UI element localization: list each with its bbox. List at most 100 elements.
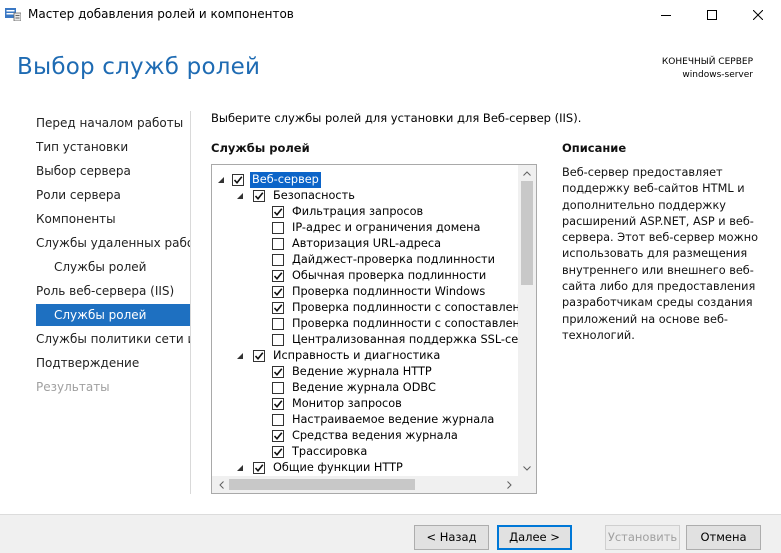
chevron-down-icon	[523, 465, 531, 471]
checkbox[interactable]	[272, 318, 284, 330]
checkbox[interactable]	[272, 206, 284, 218]
checkmark-icon	[273, 368, 283, 377]
tree-item[interactable]: Средства ведения журнала	[212, 428, 518, 444]
description-line: сайта либо для предоставления	[562, 280, 756, 294]
nav-item[interactable]: Роли сервера	[36, 184, 190, 206]
tree-item-label: Трассировка	[292, 445, 368, 458]
tree-item-label: Фильтрация запросов	[292, 205, 424, 218]
checkmark-icon	[273, 400, 283, 409]
expand-triangle-icon[interactable]	[237, 353, 243, 359]
tree-item-label: Обычная проверка подлинности	[292, 269, 487, 282]
nav-item[interactable]: Подтверждение	[36, 352, 190, 374]
scroll-up-arrow[interactable]	[518, 165, 536, 181]
next-button[interactable]: Далее >	[497, 525, 572, 550]
expand-triangle-icon[interactable]	[237, 465, 243, 471]
scroll-right-arrow[interactable]	[500, 476, 518, 493]
checkmark-icon	[273, 272, 283, 281]
checkbox[interactable]	[272, 414, 284, 426]
tree-item[interactable]: Дайджест-проверка подлинности	[212, 252, 518, 268]
tree-item[interactable]: Общие функции HTTP	[212, 460, 518, 476]
tree-item-label: Безопасность	[273, 189, 355, 202]
tree-item[interactable]: Фильтрация запросов	[212, 204, 518, 220]
tree-item[interactable]: Ведение журнала ODBC	[212, 380, 518, 396]
cancel-button[interactable]: Отмена	[686, 525, 761, 550]
checkbox[interactable]	[272, 286, 284, 298]
tree-item-label: Средства ведения журнала	[292, 429, 458, 442]
nav-item[interactable]: Службы удаленных рабо...	[36, 232, 190, 254]
checkbox[interactable]	[253, 462, 265, 474]
vertical-scroll-thumb[interactable]	[521, 181, 533, 285]
tree-item[interactable]: Веб-сервер	[212, 172, 518, 188]
checkbox[interactable]	[272, 222, 284, 234]
tree-item[interactable]: Ведение журнала HTTP	[212, 364, 518, 380]
role-services-tree[interactable]: Общие функции HTTP Трассировка Средства ве…	[211, 164, 537, 494]
checkbox[interactable]	[272, 238, 284, 250]
horizontal-scrollbar[interactable]	[212, 476, 518, 493]
checkbox[interactable]	[272, 398, 284, 410]
tree-item[interactable]: Исправность и диагностика	[212, 348, 518, 364]
checkbox[interactable]	[272, 446, 284, 458]
maximize-button[interactable]	[689, 0, 735, 30]
description-line: расширений ASP.NET, ASP и веб-	[562, 214, 754, 228]
title-bar: Мастер добавления ролей и компонентов	[0, 0, 781, 30]
minimize-button[interactable]	[643, 0, 689, 30]
page-title: Выбор служб ролей	[17, 54, 261, 80]
description-line: дополнительно поддержку	[562, 198, 726, 212]
tree-item-label: Проверка подлинности с сопоставлением	[292, 317, 537, 330]
nav-item[interactable]: Роль веб-сервера (IIS)	[36, 280, 190, 302]
description-line: использовать для размещения	[562, 247, 748, 261]
tree-item[interactable]: Проверка подлинности с сопоставлением	[212, 300, 536, 316]
scroll-down-arrow[interactable]	[518, 460, 536, 476]
checkbox[interactable]	[272, 334, 284, 346]
destination-server: КОНЕЧНЫЙ СЕРВЕР windows-server	[662, 56, 753, 82]
tree-item[interactable]: Безопасность	[212, 188, 518, 204]
nav-item[interactable]: Службы ролей	[36, 304, 190, 326]
checkmark-icon	[273, 208, 283, 217]
description-text: Веб-сервер предоставляет поддержку веб-са…	[562, 165, 762, 344]
checkbox[interactable]	[253, 190, 265, 202]
nav-item[interactable]: Службы ролей	[36, 256, 190, 278]
tree-item[interactable]: Монитор запросов	[212, 396, 518, 412]
back-button[interactable]: < Назад	[414, 525, 489, 550]
tree-item-label: Веб-сервер	[250, 172, 321, 188]
close-icon	[753, 10, 763, 20]
checkmark-icon	[254, 464, 264, 473]
tree-item-label: Централизованная поддержка SSL-серти	[292, 333, 537, 346]
checkbox[interactable]	[272, 270, 284, 282]
description-line: Веб-сервер предоставляет	[562, 166, 723, 179]
description-heading: Описание	[562, 141, 627, 155]
tree-item[interactable]: Обычная проверка подлинности	[212, 268, 518, 284]
tree-item[interactable]: Авторизация URL-адреса	[212, 236, 518, 252]
vertical-scrollbar[interactable]	[518, 165, 536, 476]
checkbox[interactable]	[272, 430, 284, 442]
tree-item[interactable]: IP-адрес и ограничения домена	[212, 220, 518, 236]
checkbox[interactable]	[272, 302, 284, 314]
nav-item[interactable]: Службы политики сети и...	[36, 328, 190, 350]
server-manager-icon	[5, 8, 21, 21]
checkbox[interactable]	[272, 366, 284, 378]
maximize-icon	[707, 10, 717, 20]
tree-item-label: Общие функции HTTP	[273, 461, 403, 474]
expand-triangle-icon[interactable]	[218, 177, 224, 183]
horizontal-scroll-thumb[interactable]	[229, 479, 415, 490]
expand-triangle-icon[interactable]	[237, 193, 243, 199]
tree-item[interactable]: Трассировка	[212, 444, 518, 460]
tree-item-label: Ведение журнала HTTP	[292, 365, 432, 378]
nav-item: Результаты	[36, 380, 110, 394]
nav-item[interactable]: Перед началом работы	[36, 112, 190, 134]
tree-item[interactable]: Настраиваемое ведение журнала	[212, 412, 518, 428]
checkbox[interactable]	[272, 254, 284, 266]
checkbox[interactable]	[272, 382, 284, 394]
tree-item[interactable]: Проверка подлинности с сопоставлением	[212, 316, 536, 332]
close-button[interactable]	[735, 0, 781, 30]
tree-item[interactable]: Проверка подлинности Windows	[212, 284, 518, 300]
checkbox[interactable]	[232, 174, 244, 186]
nav-item[interactable]: Выбор сервера	[36, 160, 190, 182]
nav-item[interactable]: Тип установки	[36, 136, 190, 158]
checkbox[interactable]	[253, 350, 265, 362]
tree-item[interactable]: Централизованная поддержка SSL-серти	[212, 332, 536, 348]
tree-item-label: Настраиваемое ведение журнала	[292, 413, 495, 426]
tree-item-label: IP-адрес и ограничения домена	[292, 221, 481, 234]
scroll-left-arrow[interactable]	[212, 476, 230, 493]
nav-item[interactable]: Компоненты	[36, 208, 190, 230]
